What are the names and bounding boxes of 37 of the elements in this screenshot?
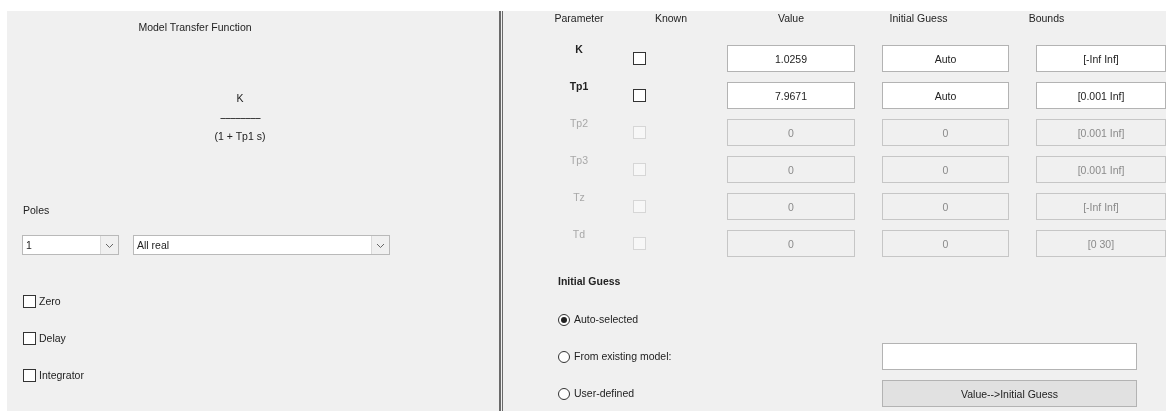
column-header: Bounds <box>1027 12 1066 25</box>
initial-guess-field[interactable]: Auto <box>882 82 1009 109</box>
radio-option[interactable]: User-defined <box>558 380 882 407</box>
parameter-name: Td <box>572 228 586 241</box>
formula-denominator: (1 + Tp1 s) <box>214 129 266 144</box>
poles-label: Poles <box>23 204 50 217</box>
parameter-name: Tz <box>573 191 585 204</box>
model-input-field[interactable] <box>882 343 1137 370</box>
initial-guess-field[interactable]: Auto <box>882 45 1009 72</box>
column-header: Initial Guess <box>888 12 949 25</box>
bounds-field[interactable]: [-Inf Inf] <box>1036 45 1166 72</box>
fraction-line: ---------------- <box>220 110 260 125</box>
option-checkbox[interactable]: Zero <box>23 293 499 309</box>
value-field[interactable]: 7.9671 <box>727 82 855 109</box>
chevron-down-icon <box>371 236 389 254</box>
parameter-name: Tp3 <box>569 154 589 167</box>
parameter-name: K <box>575 43 583 56</box>
column-header: Known <box>653 12 689 25</box>
bounds-field[interactable]: [0.001 Inf] <box>1036 82 1166 109</box>
poles-count-dropdown[interactable]: 1 <box>22 235 119 255</box>
known-checkbox[interactable] <box>633 89 646 102</box>
formula-numerator: K <box>236 91 244 106</box>
parameter-name: Tp1 <box>569 80 589 93</box>
parameter-name: Tp2 <box>569 117 589 130</box>
chevron-down-icon <box>100 236 118 254</box>
column-header: Parameter <box>553 12 605 25</box>
radio-option[interactable]: Auto-selected <box>558 306 882 333</box>
panel-title: Model Transfer Function <box>137 21 253 34</box>
option-checkbox[interactable]: Delay <box>23 330 499 346</box>
section-title: Initial Guess <box>558 275 622 288</box>
radio-option[interactable]: From existing model: <box>558 343 882 370</box>
pole-type-dropdown[interactable]: All real <box>133 235 390 255</box>
known-checkbox[interactable] <box>633 52 646 65</box>
column-header: Value <box>776 12 806 25</box>
value-field[interactable]: 1.0259 <box>727 45 855 72</box>
value-to-guess-button[interactable]: Value-->Initial Guess <box>882 380 1137 407</box>
option-checkbox[interactable]: Integrator <box>23 367 499 383</box>
